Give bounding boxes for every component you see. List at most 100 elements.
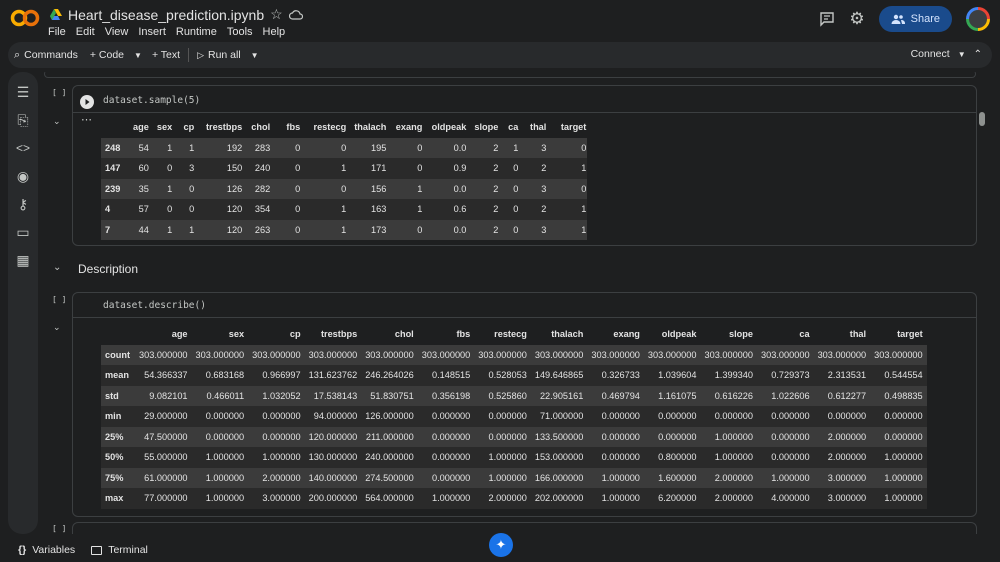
run-cell-button[interactable]	[80, 95, 94, 109]
code-cell-describe[interactable]: dataset.describe() age sex cp trestbps chol f…	[72, 292, 977, 517]
cell2-collapse-chevron-icon[interactable]: ⌄	[53, 322, 61, 333]
table-cell: 55.000000	[144, 452, 188, 463]
toolbar-collapse-icon[interactable]: ⌃	[974, 49, 982, 60]
table-cell: 240.000000	[365, 452, 414, 463]
column-header: trestbps	[205, 122, 243, 133]
table-cell: 126	[226, 183, 243, 194]
notebook-title[interactable]: Heart_disease_prediction.ipynb	[68, 7, 264, 23]
connect-button[interactable]: Connect	[911, 48, 950, 60]
table-cell: 0.000000	[205, 411, 245, 422]
people-icon	[891, 14, 905, 24]
code-dropdown-chevron-icon[interactable]: ▼	[130, 51, 146, 60]
code-cell-sample[interactable]: dataset.sample(5) ⋯ age sex cp trestbps chol…	[72, 85, 977, 246]
table-cell: 54.366337	[144, 370, 188, 381]
cell1-code[interactable]: dataset.sample(5)	[103, 95, 200, 106]
section-collapse-chevron-icon[interactable]: ⌄	[53, 262, 61, 273]
comment-icon[interactable]	[819, 11, 835, 27]
table-cell: 0.0	[453, 224, 467, 235]
settings-gear-icon[interactable]: ⚙	[849, 9, 864, 29]
column-header: age	[171, 329, 188, 340]
variable-inspector-icon[interactable]: ◉	[15, 168, 31, 184]
files-folder-icon[interactable]: ▭	[15, 224, 31, 240]
top-bar: Heart_disease_prediction.ipynb ☆ File Ed…	[0, 0, 1000, 42]
cell1-collapse-chevron-icon[interactable]: ⌄	[53, 116, 61, 127]
table-cell: 6.200000	[658, 493, 697, 504]
run-all-chevron-icon[interactable]: ▼	[247, 51, 263, 60]
table-cell: 0.000000	[431, 472, 471, 483]
menu-tools[interactable]: Tools	[227, 26, 253, 38]
menu-help[interactable]: Help	[263, 26, 286, 38]
table-cell: 126.000000	[365, 411, 414, 422]
variables-button[interactable]: {} Variables	[18, 544, 75, 556]
add-text-label: + Text	[151, 49, 181, 61]
table-cell: 0	[513, 163, 519, 174]
table-cell: 0.000000	[601, 411, 640, 422]
menu-insert[interactable]: Insert	[138, 26, 166, 38]
row-index: 239	[105, 183, 121, 194]
connect-chevron-icon[interactable]: ▼	[958, 50, 966, 59]
data-table-icon[interactable]: ▦	[15, 252, 31, 268]
table-cell: 0	[417, 224, 423, 235]
avatar[interactable]	[966, 7, 990, 31]
table-row: 239 35 1 0 126 282 0 0 156 1 0.0 2 0 3 0	[101, 178, 587, 199]
find-replace-icon[interactable]: ⎘	[15, 112, 31, 128]
table-cell: 0.000000	[262, 431, 301, 442]
menu-view[interactable]: View	[105, 26, 129, 38]
table-cell: 0.466011	[206, 390, 245, 401]
table-cell: 0	[513, 204, 519, 215]
table-cell: 1.000000	[205, 472, 245, 483]
table-cell: 2	[493, 183, 499, 194]
cell2-code[interactable]: dataset.describe()	[103, 300, 206, 311]
code-snippets-icon[interactable]: <>	[15, 140, 31, 156]
menu-runtime[interactable]: Runtime	[176, 26, 217, 38]
cloud-saved-icon[interactable]	[288, 9, 303, 20]
menu-file[interactable]: File	[48, 26, 66, 38]
table-cell: 2	[541, 204, 547, 215]
table-cell: 0.800000	[658, 452, 697, 463]
table-of-contents-icon[interactable]: ☰	[15, 84, 31, 100]
table-row: 50% 55.000000 1.000000 1.000000 130.000000 24…	[101, 447, 927, 468]
share-button[interactable]: Share	[878, 6, 952, 32]
table-row: std 9.082101 0.466011 1.032052 17.538143 51.8…	[101, 385, 927, 406]
table-cell: 163	[371, 204, 387, 215]
row-index: 4	[105, 204, 111, 215]
run-all-button[interactable]: ▷ Run all	[191, 49, 247, 61]
table-cell: 2.000000	[262, 472, 301, 483]
terminal-button[interactable]: Terminal	[91, 544, 148, 556]
cell1-divider	[73, 112, 976, 113]
table-cell: 2.000000	[714, 493, 754, 504]
commands-label: Commands	[24, 49, 78, 61]
row-index: 50%	[105, 452, 124, 463]
table-cell: 2.000000	[827, 452, 867, 463]
menu-edit[interactable]: Edit	[76, 26, 95, 38]
add-code-button[interactable]: + Code	[84, 49, 130, 61]
table-cell: 303.000000	[817, 349, 867, 360]
colab-logo[interactable]	[10, 8, 40, 28]
star-icon[interactable]: ☆	[270, 6, 283, 23]
table-cell: 1	[167, 142, 173, 153]
secrets-key-icon[interactable]: ⚷	[15, 196, 31, 212]
table-cell: 29.000000	[144, 411, 188, 422]
table-cell: 192	[226, 142, 243, 153]
table-cell: 0.000000	[884, 431, 923, 442]
table-cell: 1.000000	[262, 452, 301, 463]
table-cell: 303.000000	[761, 349, 810, 360]
commands-button[interactable]: ⌕ Commands	[8, 49, 84, 62]
table-cell: 0.9	[453, 163, 467, 174]
add-text-button[interactable]: + Text	[146, 49, 186, 61]
table-cell: 0.000000	[658, 411, 697, 422]
table-cell: 0.0	[453, 142, 467, 153]
table-cell: 1	[167, 224, 173, 235]
table-cell: 1.161075	[658, 390, 697, 401]
output-actions-icon[interactable]: ⋯	[81, 113, 92, 126]
cell2-divider	[73, 317, 976, 318]
run-all-label: Run all	[207, 49, 241, 61]
table-cell: 0.616226	[714, 390, 754, 401]
table-cell: 1.000000	[601, 472, 640, 483]
gemini-sparkle-icon[interactable]: ✦	[489, 533, 513, 557]
scrollbar-thumb[interactable]	[979, 112, 985, 126]
table-cell: 0.000000	[714, 411, 754, 422]
table-cell: 0	[513, 183, 519, 194]
next-cell-bracket: [ ]	[52, 524, 67, 533]
play-icon	[85, 99, 90, 105]
